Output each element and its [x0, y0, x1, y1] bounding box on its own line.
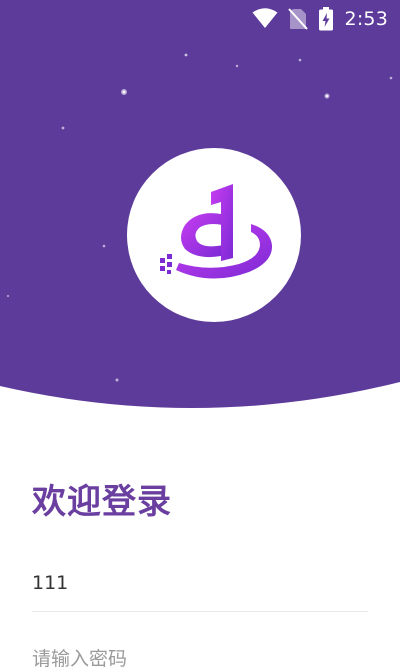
password-input[interactable]	[32, 634, 368, 670]
status-time: 2:53	[344, 8, 388, 30]
battery-charging-icon	[319, 7, 333, 31]
status-bar: 2:53	[0, 0, 400, 36]
wifi-icon	[252, 8, 278, 28]
star	[184, 53, 188, 57]
app-logo	[127, 148, 301, 322]
star	[122, 90, 126, 94]
input-divider	[32, 611, 368, 612]
login-screen: 2:53 欢迎登录 111	[0, 0, 400, 670]
star	[102, 244, 106, 248]
star	[61, 126, 65, 130]
username-input[interactable]	[32, 558, 368, 608]
no-sim-icon	[288, 8, 308, 30]
app-logo-icon	[160, 184, 273, 279]
star	[235, 64, 239, 68]
welcome-title: 欢迎登录	[32, 482, 172, 522]
star	[6, 294, 10, 298]
star	[325, 94, 329, 98]
star	[115, 378, 119, 382]
star	[298, 58, 302, 62]
star	[389, 76, 393, 80]
